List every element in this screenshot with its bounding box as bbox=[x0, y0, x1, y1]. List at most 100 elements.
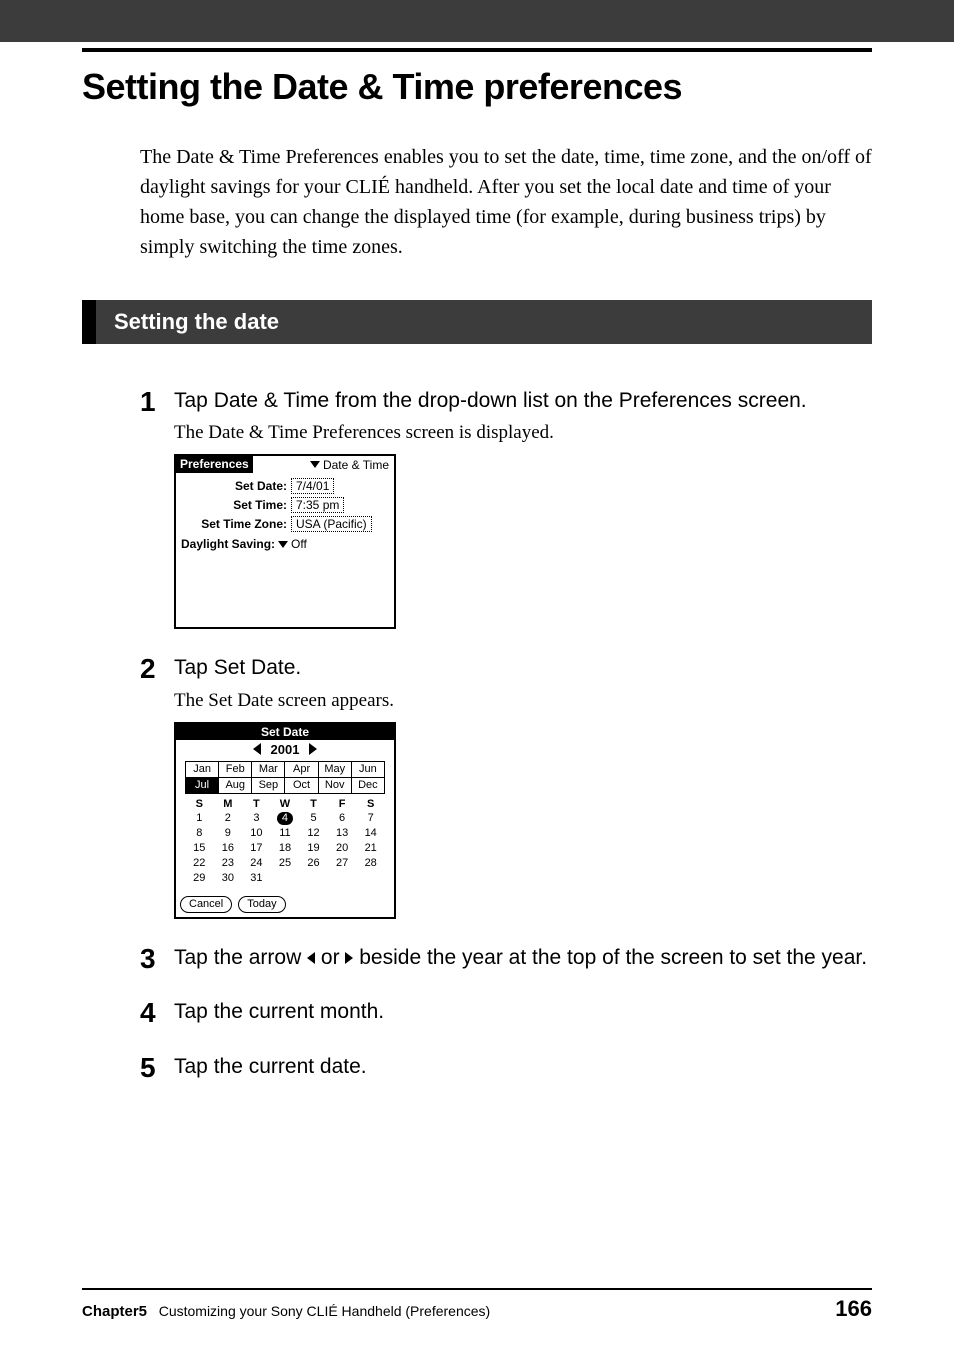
chapter-label: Chapter5 bbox=[82, 1303, 147, 1320]
day-cell-selected[interactable]: 4 bbox=[271, 811, 300, 826]
set-date-value[interactable]: 7/4/01 bbox=[291, 478, 334, 494]
month-cell[interactable]: Sep bbox=[252, 777, 285, 793]
day-cell[interactable]: 2 bbox=[214, 811, 243, 826]
day-cell[interactable]: 29 bbox=[185, 871, 214, 886]
day-cell[interactable]: 15 bbox=[185, 841, 214, 856]
day-cell[interactable]: 8 bbox=[185, 826, 214, 841]
step-number: 1 bbox=[140, 386, 174, 416]
year-next-icon[interactable] bbox=[309, 743, 317, 755]
intro-paragraph: The Date & Time Preferences enables you … bbox=[140, 142, 872, 262]
day-cell[interactable]: 6 bbox=[328, 811, 357, 826]
step-3: 3 Tap the arrow or beside the year at th… bbox=[140, 943, 872, 973]
dow-header: M bbox=[214, 797, 243, 811]
step-5: 5 Tap the current date. bbox=[140, 1052, 872, 1082]
day-cell[interactable]: 11 bbox=[271, 826, 300, 841]
set-timezone-row: Set Time Zone: USA (Pacific) bbox=[181, 516, 389, 532]
day-cell[interactable]: 18 bbox=[271, 841, 300, 856]
dow-header: W bbox=[271, 797, 300, 811]
step-text: Tap Date & Time from the drop-down list … bbox=[174, 386, 872, 416]
day-cell[interactable]: 17 bbox=[242, 841, 271, 856]
month-grid: Jan Feb Mar Apr May Jun Jul Aug Sep bbox=[185, 761, 385, 794]
day-cell[interactable]: 9 bbox=[214, 826, 243, 841]
section-heading: Setting the date bbox=[82, 300, 872, 344]
day-cell[interactable]: 1 bbox=[185, 811, 214, 826]
step-text: Tap the arrow or beside the year at the … bbox=[174, 943, 872, 973]
step-1: 1 Tap Date & Time from the drop-down lis… bbox=[140, 386, 872, 629]
footer-rule bbox=[82, 1288, 872, 1290]
day-cell[interactable]: 31 bbox=[242, 871, 271, 886]
day-cell[interactable]: 23 bbox=[214, 856, 243, 871]
preferences-screenshot: Preferences Date & Time Set Date: 7/4/01 bbox=[174, 454, 396, 629]
month-cell[interactable]: Jan bbox=[186, 761, 219, 777]
week-row: 22 23 24 25 26 27 28 bbox=[185, 856, 385, 871]
year-label: 2001 bbox=[271, 742, 300, 757]
chapter-text: Customizing your Sony CLIÉ Handheld (Pre… bbox=[159, 1303, 491, 1319]
day-grid: S M T W T F S 1 2 3 bbox=[185, 797, 385, 886]
month-cell[interactable]: May bbox=[318, 761, 351, 777]
chevron-down-icon bbox=[310, 461, 320, 468]
day-cell[interactable]: 28 bbox=[356, 856, 385, 871]
step-text: Tap the current date. bbox=[174, 1052, 872, 1082]
month-cell[interactable]: Jun bbox=[351, 761, 384, 777]
cancel-button[interactable]: Cancel bbox=[180, 896, 232, 913]
page-footer: Chapter5 Customizing your Sony CLIÉ Hand… bbox=[82, 1296, 872, 1322]
step-2: 2 Tap Set Date. The Set Date screen appe… bbox=[140, 653, 872, 918]
month-cell[interactable]: Nov bbox=[318, 777, 351, 793]
set-date-label: Set Date: bbox=[181, 479, 291, 493]
day-cell[interactable]: 7 bbox=[356, 811, 385, 826]
daylight-saving-row: Daylight Saving: Off bbox=[181, 535, 389, 551]
set-time-row: Set Time: 7:35 pm bbox=[181, 497, 389, 513]
day-cell[interactable]: 21 bbox=[356, 841, 385, 856]
chevron-down-icon bbox=[278, 541, 288, 548]
day-cell[interactable]: 30 bbox=[214, 871, 243, 886]
step-text: Tap Set Date. bbox=[174, 653, 872, 683]
arrow-left-icon bbox=[307, 952, 315, 964]
day-cell[interactable]: 10 bbox=[242, 826, 271, 841]
day-cell[interactable]: 14 bbox=[356, 826, 385, 841]
day-cell[interactable] bbox=[299, 871, 328, 886]
month-cell[interactable]: Feb bbox=[219, 761, 252, 777]
step-subtext: The Date & Time Preferences screen is di… bbox=[174, 422, 872, 444]
day-cell[interactable]: 13 bbox=[328, 826, 357, 841]
set-time-value[interactable]: 7:35 pm bbox=[291, 497, 344, 513]
setdate-title: Set Date bbox=[176, 724, 394, 740]
prefs-dropdown[interactable]: Date & Time bbox=[310, 456, 394, 473]
week-row: 8 9 10 11 12 13 14 bbox=[185, 826, 385, 841]
day-cell[interactable]: 16 bbox=[214, 841, 243, 856]
day-cell[interactable]: 26 bbox=[299, 856, 328, 871]
set-date-row: Set Date: 7/4/01 bbox=[181, 478, 389, 494]
month-cell[interactable]: Oct bbox=[285, 777, 318, 793]
month-cell-selected[interactable]: Jul bbox=[186, 777, 219, 793]
daylight-saving-value[interactable]: Off bbox=[291, 537, 307, 551]
day-cell[interactable]: 12 bbox=[299, 826, 328, 841]
dow-header: S bbox=[356, 797, 385, 811]
set-time-label: Set Time: bbox=[181, 498, 291, 512]
year-prev-icon[interactable] bbox=[253, 743, 261, 755]
step-number: 5 bbox=[140, 1052, 174, 1082]
day-cell[interactable]: 25 bbox=[271, 856, 300, 871]
month-cell[interactable]: Mar bbox=[252, 761, 285, 777]
day-cell[interactable] bbox=[328, 871, 357, 886]
step-subtext: The Set Date screen appears. bbox=[174, 690, 872, 712]
dow-header: T bbox=[242, 797, 271, 811]
day-cell[interactable] bbox=[271, 871, 300, 886]
day-cell[interactable]: 22 bbox=[185, 856, 214, 871]
prefs-title: Preferences bbox=[176, 456, 253, 473]
day-cell[interactable]: 27 bbox=[328, 856, 357, 871]
day-cell[interactable]: 19 bbox=[299, 841, 328, 856]
step-number: 2 bbox=[140, 653, 174, 683]
step-number: 4 bbox=[140, 997, 174, 1027]
set-timezone-value[interactable]: USA (Pacific) bbox=[291, 516, 372, 532]
daylight-saving-label: Daylight Saving: bbox=[181, 537, 275, 551]
day-cell[interactable] bbox=[356, 871, 385, 886]
today-button[interactable]: Today bbox=[238, 896, 285, 913]
day-cell[interactable]: 24 bbox=[242, 856, 271, 871]
day-cell[interactable]: 5 bbox=[299, 811, 328, 826]
month-cell[interactable]: Apr bbox=[285, 761, 318, 777]
month-cell[interactable]: Aug bbox=[219, 777, 252, 793]
day-cell[interactable]: 3 bbox=[242, 811, 271, 826]
page-top-bar bbox=[0, 0, 954, 42]
day-cell[interactable]: 20 bbox=[328, 841, 357, 856]
month-cell[interactable]: Dec bbox=[351, 777, 384, 793]
step-text: Tap the current month. bbox=[174, 997, 872, 1027]
